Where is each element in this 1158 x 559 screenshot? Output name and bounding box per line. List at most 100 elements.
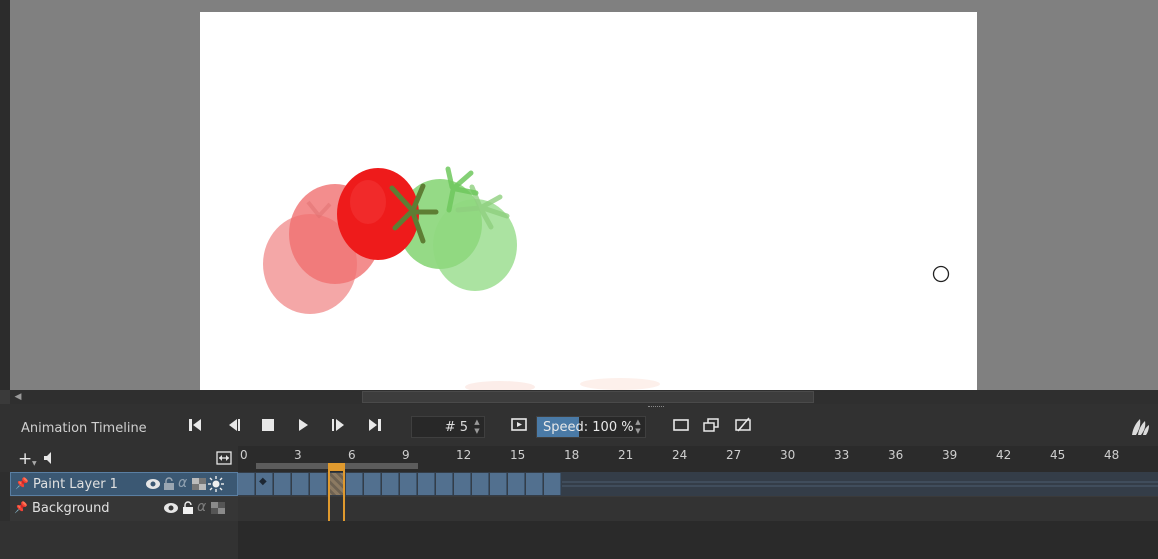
drop-frames-icon bbox=[735, 417, 751, 432]
keyframe-cell[interactable] bbox=[454, 473, 471, 495]
first-frame-button[interactable] bbox=[182, 417, 208, 439]
keyframe-cell[interactable] bbox=[400, 473, 417, 495]
keyframe-cell[interactable]: ◆ bbox=[256, 473, 273, 495]
stop-icon bbox=[262, 419, 274, 431]
ruler-label: 33 bbox=[834, 448, 850, 462]
zoom-fit-button[interactable] bbox=[216, 451, 232, 468]
keyframe-cell[interactable] bbox=[346, 473, 363, 495]
ruler-label: 3 bbox=[294, 448, 302, 462]
alpha-inherit-icon[interactable] bbox=[211, 502, 225, 517]
frame-icon bbox=[673, 419, 689, 431]
ruler-label: 15 bbox=[510, 448, 526, 462]
speed-down-icon[interactable]: ▼ bbox=[633, 427, 643, 436]
playback-speed-spinbox[interactable]: Speed: 100 % ▲ ▼ bbox=[536, 416, 646, 438]
brush-cursor bbox=[932, 265, 950, 283]
fit-width-icon bbox=[216, 451, 232, 465]
lock-icon[interactable] bbox=[163, 477, 175, 494]
ruler-label: 42 bbox=[996, 448, 1012, 462]
panel-splitter[interactable] bbox=[0, 404, 1158, 412]
row-gutter bbox=[0, 472, 10, 521]
keyframe-cell[interactable] bbox=[490, 473, 507, 495]
scroll-left-arrow-icon[interactable]: ◀ bbox=[12, 390, 24, 404]
frames-row-background[interactable] bbox=[238, 497, 1158, 521]
keyframe-cell[interactable] bbox=[418, 473, 435, 495]
keyframe-cell[interactable] bbox=[508, 473, 525, 495]
playhead-marker[interactable] bbox=[328, 463, 345, 471]
keyframe-cell[interactable] bbox=[436, 473, 453, 495]
speed-label: Speed bbox=[543, 420, 584, 435]
layer-name: Background bbox=[32, 501, 110, 516]
play-button[interactable] bbox=[290, 417, 316, 439]
ruler-label: 36 bbox=[888, 448, 904, 462]
current-frame-value: # 5 bbox=[444, 420, 468, 435]
visibility-eye-icon[interactable] bbox=[145, 477, 161, 494]
spin-down-icon[interactable]: ▼ bbox=[472, 427, 482, 436]
ruler-label: 6 bbox=[348, 448, 356, 462]
layer-name: Paint Layer 1 bbox=[33, 477, 118, 492]
ruler-label: 39 bbox=[942, 448, 958, 462]
spin-up-icon[interactable]: ▲ bbox=[472, 418, 482, 427]
keyframe-cell[interactable] bbox=[544, 473, 561, 495]
ruler-label: 0 bbox=[240, 448, 248, 462]
krita-logo-icon bbox=[1127, 417, 1153, 439]
ruler-label: 21 bbox=[618, 448, 634, 462]
speed-value: : 100 % bbox=[583, 420, 634, 435]
ruler-label: 45 bbox=[1050, 448, 1066, 462]
last-frame-button[interactable] bbox=[362, 417, 388, 439]
single-frame-view-button[interactable] bbox=[668, 417, 694, 439]
visibility-eye-icon[interactable] bbox=[163, 501, 179, 518]
drop-frames-button[interactable] bbox=[730, 417, 756, 439]
skip-end-icon bbox=[369, 419, 381, 431]
pin-icon[interactable]: 📌 bbox=[14, 501, 28, 514]
keyframe-diamond-icon: ◆ bbox=[259, 476, 267, 487]
playhead-line-right bbox=[343, 471, 345, 521]
layer-header: + ▼ bbox=[0, 446, 238, 472]
skip-start-icon bbox=[189, 419, 201, 431]
keyframe-cell[interactable] bbox=[364, 473, 381, 495]
alpha-lock-icon[interactable]: α bbox=[178, 475, 187, 491]
ruler-label: 27 bbox=[726, 448, 742, 462]
add-layer-dropdown-icon[interactable]: ▼ bbox=[32, 460, 37, 467]
layer-row-paint-layer-1[interactable]: 📌 Paint Layer 1 α bbox=[10, 472, 238, 496]
keyframe-cell[interactable] bbox=[292, 473, 309, 495]
keyframe-cell[interactable] bbox=[382, 473, 399, 495]
current-frame-spinbox[interactable]: # 5 ▲ ▼ bbox=[411, 416, 485, 438]
ruler-label: 24 bbox=[672, 448, 688, 462]
splitter-grip-icon[interactable] bbox=[648, 406, 664, 409]
onion-skins-button[interactable] bbox=[698, 417, 724, 439]
lock-icon[interactable] bbox=[182, 501, 194, 518]
speaker-icon bbox=[44, 452, 51, 464]
keyframe-cell[interactable] bbox=[472, 473, 489, 495]
play-icon bbox=[299, 419, 308, 431]
playhead-line-left bbox=[328, 471, 330, 521]
alpha-inherit-icon[interactable] bbox=[192, 478, 206, 493]
panel-title: Animation Timeline bbox=[21, 421, 147, 436]
ruler-label: 30 bbox=[780, 448, 796, 462]
audio-button[interactable] bbox=[42, 450, 58, 469]
pin-icon[interactable]: 📌 bbox=[15, 477, 29, 490]
keyframe-cell[interactable] bbox=[238, 473, 255, 495]
onion-skin-tomatoes bbox=[263, 166, 950, 390]
loop-playback-button[interactable] bbox=[506, 417, 532, 439]
scrollbar-thumb[interactable] bbox=[362, 391, 814, 403]
speed-up-icon[interactable]: ▲ bbox=[633, 418, 643, 427]
next-frame-button[interactable] bbox=[326, 417, 352, 439]
loop-icon bbox=[511, 418, 527, 431]
drawing-canvas[interactable] bbox=[200, 12, 977, 390]
keyframe-cell[interactable] bbox=[310, 473, 327, 495]
ruler-label: 48 bbox=[1104, 448, 1120, 462]
add-layer-button[interactable]: + bbox=[18, 449, 32, 469]
alpha-lock-icon[interactable]: α bbox=[197, 499, 206, 515]
keyframe-cell[interactable] bbox=[274, 473, 291, 495]
stop-button[interactable] bbox=[255, 417, 281, 439]
timeline-toolbar: Animation Timeline # 5 ▲ ▼ Speed: 100 % … bbox=[0, 412, 1158, 446]
keyframe-cell[interactable] bbox=[526, 473, 543, 495]
horizontal-scrollbar[interactable]: ◀ bbox=[10, 390, 1158, 404]
ruler-label: 9 bbox=[402, 448, 410, 462]
ruler-label: 18 bbox=[564, 448, 580, 462]
previous-frame-button[interactable] bbox=[220, 417, 246, 439]
frames-panel-empty bbox=[238, 521, 1158, 559]
layer-row-background[interactable]: 📌 Background α bbox=[10, 497, 238, 521]
onion-skin-toggle-icon[interactable] bbox=[208, 476, 224, 495]
onion-skin-icon bbox=[703, 418, 719, 432]
